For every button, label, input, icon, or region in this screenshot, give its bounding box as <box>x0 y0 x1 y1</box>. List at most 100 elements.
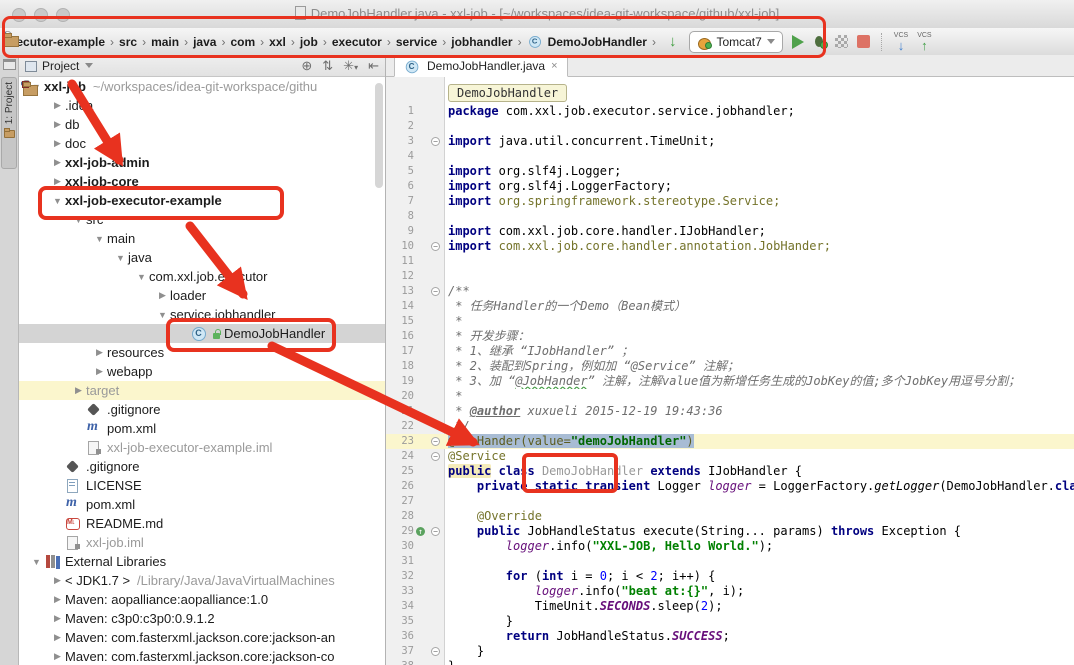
code-line-24[interactable]: 24−@Service <box>386 449 1074 464</box>
breadcrumb-item[interactable]: DemoJobHandler <box>527 34 647 49</box>
tree-item-readme-md[interactable]: README.md <box>19 514 385 533</box>
fold-marker-icon[interactable]: − <box>431 437 440 446</box>
code-line-29[interactable]: 29↑− public JobHandleStatus execute(Stri… <box>386 524 1074 539</box>
tree-item-com-xxl-job-executor[interactable]: ▼com.xxl.job.executor <box>19 267 385 286</box>
code-line-13[interactable]: 13−/** <box>386 284 1074 299</box>
tree-item-xxl-job-iml[interactable]: xxl-job.iml <box>19 533 385 552</box>
code-line-20[interactable]: 20 * <box>386 389 1074 404</box>
breadcrumb-item[interactable]: src <box>119 35 137 49</box>
code-line-28[interactable]: 28 @Override <box>386 509 1074 524</box>
fold-marker-icon[interactable]: − <box>431 452 440 461</box>
chevron-collapsed-icon[interactable]: ▶ <box>92 347 107 358</box>
chevron-expanded-icon[interactable]: ▼ <box>134 272 149 282</box>
tree-item-maven-c3p0-c3p0-0-9-1-2[interactable]: ▶Maven: c3p0:c3p0:0.9.1.2 <box>19 609 385 628</box>
fold-marker-icon[interactable]: − <box>431 647 440 656</box>
chevron-expanded-icon[interactable]: ▼ <box>50 196 65 206</box>
fold-marker-icon[interactable]: − <box>431 137 440 146</box>
tree-item-main[interactable]: ▼main <box>19 229 385 248</box>
chevron-collapsed-icon[interactable]: ▶ <box>50 575 65 586</box>
tree-item-xxl-job-core[interactable]: ▶xxl-job-core <box>19 172 385 191</box>
chevron-down-icon[interactable] <box>85 63 93 68</box>
breadcrumb-item[interactable]: job <box>300 35 318 49</box>
code-line-8[interactable]: 8 <box>386 209 1074 224</box>
code-line-34[interactable]: 34 TimeUnit.SECONDS.sleep(2); <box>386 599 1074 614</box>
code-line-1[interactable]: 1package com.xxl.job.executor.service.jo… <box>386 104 1074 119</box>
tree-item-pom-xml[interactable]: pom.xml <box>19 419 385 438</box>
chevron-collapsed-icon[interactable]: ▶ <box>50 119 65 130</box>
chevron-collapsed-icon[interactable]: ▶ <box>50 632 65 643</box>
editor-panel[interactable]: DemoJobHandler.java × DemoJobHandler 1pa… <box>386 55 1074 665</box>
code-line-19[interactable]: 19 * 3、加 “@JobHander” 注解，注解value值为新增任务生成… <box>386 374 1074 389</box>
chevron-expanded-icon[interactable]: ▼ <box>92 234 107 244</box>
tree-item-db[interactable]: ▶db <box>19 115 385 134</box>
code-line-23[interactable]: 23−@JobHander(value="demoJobHandler") <box>386 434 1074 449</box>
vcs-commit-button[interactable]: VCS↑ <box>917 32 931 52</box>
tree-item-external-libraries[interactable]: ▼External Libraries <box>19 552 385 571</box>
tree-item-xxl-job-admin[interactable]: ▶xxl-job-admin <box>19 153 385 172</box>
run-configuration-select[interactable]: Tomcat7 <box>689 31 782 53</box>
window-layout-icon[interactable] <box>3 59 16 70</box>
editor-tab[interactable]: DemoJobHandler.java × <box>394 55 568 77</box>
code-line-31[interactable]: 31 <box>386 554 1074 569</box>
tree-item--gitignore[interactable]: .gitignore <box>19 400 385 419</box>
tree-item-target[interactable]: ▶target <box>19 381 385 400</box>
chevron-collapsed-icon[interactable]: ▶ <box>71 385 86 396</box>
code-line-36[interactable]: 36 return JobHandleStatus.SUCCESS; <box>386 629 1074 644</box>
tree-item-loader[interactable]: ▶loader <box>19 286 385 305</box>
tree-item-xxl-job-executor-example-iml[interactable]: xxl-job-executor-example.iml <box>19 438 385 457</box>
override-method-icon[interactable]: ↑ <box>416 527 425 536</box>
vcs-update-button[interactable]: VCS↓ <box>894 32 908 52</box>
code-line-37[interactable]: 37− } <box>386 644 1074 659</box>
breadcrumb-item[interactable]: com <box>230 35 255 49</box>
code-line-25[interactable]: 25public class DemoJobHandler extends IJ… <box>386 464 1074 479</box>
breadcrumb-item[interactable]: executor <box>332 35 382 49</box>
tree-item-maven-aopalliance-aopalliance-1-0[interactable]: ▶Maven: aopalliance:aopalliance:1.0 <box>19 590 385 609</box>
tree-item--jdk1-7-[interactable]: ▶< JDK1.7 >/Library/Java/JavaVirtualMach… <box>19 571 385 590</box>
code-area[interactable]: 1package com.xxl.job.executor.service.jo… <box>386 104 1074 665</box>
tree-item-maven-com-fasterxml-jackson-core-jackson-co[interactable]: ▶Maven: com.fasterxml.jackson.core:jacks… <box>19 647 385 665</box>
project-tool-window-tab[interactable]: 1: Project <box>1 77 17 169</box>
debug-button[interactable] <box>813 35 826 48</box>
chevron-collapsed-icon[interactable]: ▶ <box>50 651 65 662</box>
coverage-button[interactable] <box>835 35 848 48</box>
code-line-16[interactable]: 16 * 开发步骤： <box>386 329 1074 344</box>
code-line-32[interactable]: 32 for (int i = 0; i < 2; i++) { <box>386 569 1074 584</box>
tree-item-resources[interactable]: ▶resources <box>19 343 385 362</box>
code-line-5[interactable]: 5import org.slf4j.Logger; <box>386 164 1074 179</box>
run-button[interactable] <box>792 35 804 49</box>
code-line-4[interactable]: 4 <box>386 149 1074 164</box>
tree-item-src[interactable]: ▼src <box>19 210 385 229</box>
navigate-down-icon[interactable]: ↓ <box>669 34 677 49</box>
tree-item-service-jobhandler[interactable]: ▼service.jobhandler <box>19 305 385 324</box>
code-line-21[interactable]: 21 * @author xuxueli 2015-12-19 19:43:36 <box>386 404 1074 419</box>
code-line-27[interactable]: 27 <box>386 494 1074 509</box>
code-line-22[interactable]: 22 */ <box>386 419 1074 434</box>
fold-marker-icon[interactable]: − <box>431 287 440 296</box>
chevron-expanded-icon[interactable]: ▼ <box>71 215 86 225</box>
breadcrumb-item[interactable]: xxl <box>269 35 286 49</box>
collapse-all-icon[interactable]: ⇅ <box>322 58 333 74</box>
tree-item-java[interactable]: ▼java <box>19 248 385 267</box>
chevron-collapsed-icon[interactable]: ▶ <box>50 138 65 149</box>
chevron-expanded-icon[interactable]: ▼ <box>155 310 170 320</box>
code-line-15[interactable]: 15 * <box>386 314 1074 329</box>
breadcrumb-item[interactable]: service <box>396 35 437 49</box>
tree-item-license[interactable]: LICENSE <box>19 476 385 495</box>
chevron-collapsed-icon[interactable]: ▶ <box>155 290 170 301</box>
code-line-38[interactable]: 38} <box>386 659 1074 665</box>
chevron-collapsed-icon[interactable]: ▶ <box>50 100 65 111</box>
chevron-collapsed-icon[interactable]: ▶ <box>50 613 65 624</box>
code-line-33[interactable]: 33 logger.info("beat at:{}", i); <box>386 584 1074 599</box>
tree-item--gitignore[interactable]: .gitignore <box>19 457 385 476</box>
code-line-11[interactable]: 11 <box>386 254 1074 269</box>
locate-file-icon[interactable]: ⊕ <box>301 58 312 74</box>
code-line-30[interactable]: 30 logger.info("XXL-JOB, Hello World."); <box>386 539 1074 554</box>
close-tab-icon[interactable]: × <box>551 60 557 72</box>
tree-scrollbar[interactable] <box>375 83 383 188</box>
settings-gear-icon[interactable]: ✳▾ <box>343 58 358 74</box>
hide-panel-icon[interactable]: ⇤ <box>368 58 379 74</box>
breadcrumb-item[interactable]: jobhandler <box>451 35 512 49</box>
chevron-expanded-icon[interactable]: ▼ <box>29 557 44 567</box>
code-line-14[interactable]: 14 * 任务Handler的一个Demo（Bean模式） <box>386 299 1074 314</box>
code-line-18[interactable]: 18 * 2、装配到Spring，例如加 “@Service” 注解； <box>386 359 1074 374</box>
